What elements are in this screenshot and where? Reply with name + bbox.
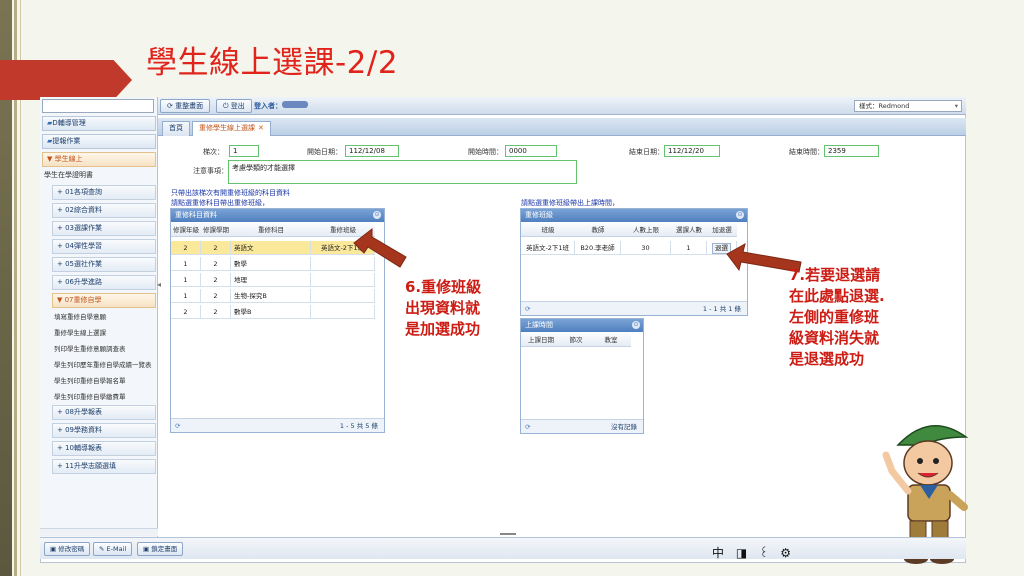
login-user-label: 登入者： bbox=[254, 102, 282, 110]
hint-select-subject: 請點選重修科目帶出重修班級， bbox=[171, 199, 269, 207]
collapse-icon[interactable]: ⊙ bbox=[736, 211, 744, 219]
class-grid: 重修班級 ⊙ 班級 教師 人數上限 選課人數 加退選 英語文-2下1班 B20.李… bbox=[520, 208, 748, 316]
column-header[interactable]: 教室 bbox=[591, 333, 631, 347]
time-grid-footer: ⟳ 沒有記錄 bbox=[521, 419, 643, 433]
sidebar-link-print-survey[interactable]: 列印學生重修意願調查表 bbox=[54, 343, 158, 355]
note-label: 注意事項： bbox=[193, 167, 228, 175]
term-field[interactable]: 1 bbox=[229, 145, 259, 157]
sidebar-item-enrollment-cert[interactable]: 學生在學證明書 bbox=[44, 169, 154, 181]
column-header[interactable]: 節次 bbox=[561, 333, 591, 347]
subject-grid-header: 重修科目資料 ⊙ bbox=[171, 209, 384, 222]
hint-select-class: 請點選重修班級帶出上課時間， bbox=[521, 199, 619, 207]
refresh-icon[interactable]: ⟳ bbox=[525, 420, 530, 434]
time-grid-pager: 沒有記錄 bbox=[611, 423, 637, 431]
refresh-icon[interactable]: ⟳ bbox=[525, 302, 530, 316]
splitter-handle[interactable] bbox=[500, 533, 516, 537]
refresh-icon: ⟳ bbox=[167, 102, 176, 110]
ime-toolbar: 中 ◨ ꒰ ⚙ bbox=[712, 544, 799, 560]
sidebar-link-print-registration[interactable]: 學生列印重修自學報名單 bbox=[54, 375, 158, 387]
end-date-field[interactable]: 112/12/20 bbox=[664, 145, 720, 157]
hint-subject-filter: 只帶出該梯次有開重修班級的科目資料 bbox=[171, 189, 290, 197]
sidebar-item-volunteer[interactable]: + 11升學志願選填 bbox=[52, 459, 156, 474]
title-flag bbox=[0, 60, 132, 100]
ime-mode-icon[interactable]: ◨ bbox=[736, 546, 747, 560]
sidebar-link-retake-online[interactable]: 重修學生線上選課 bbox=[54, 327, 158, 339]
sidebar-item-counseling-reports[interactable]: + 10輔導報表 bbox=[52, 441, 156, 456]
sidebar-collapse-handle[interactable]: ◂ bbox=[157, 280, 161, 294]
time-grid-header: 上課時間 ⊙ bbox=[521, 319, 643, 332]
column-header[interactable]: 上課日期 bbox=[521, 333, 561, 347]
time-grid: 上課時間 ⊙ 上課日期 節次 教室 ⟳ 沒有記錄 bbox=[520, 318, 644, 434]
ime-language-indicator[interactable]: 中 bbox=[712, 546, 724, 560]
lock-icon: ▣ bbox=[50, 545, 59, 553]
sidebar-item-club-selection[interactable]: + 05選社作業 bbox=[52, 257, 156, 272]
sidebar-link-print-payment[interactable]: 學生列印重修自學繳費單 bbox=[54, 391, 158, 403]
sidebar-link-print-grades[interactable]: 學生列印歷年重修自學成績一覽表 bbox=[54, 359, 158, 371]
end-date-label: 結束日期： bbox=[629, 148, 664, 156]
sidebar-item-advancement-reports[interactable]: + 08升學報表 bbox=[52, 405, 156, 420]
sidebar-item-flex-learning[interactable]: + 04彈性學習 bbox=[52, 239, 156, 254]
logout-icon: ⏻ bbox=[223, 102, 231, 110]
collapse-icon[interactable]: ⊙ bbox=[632, 321, 640, 329]
class-grid-footer: ⟳ 1 - 1 共 1 條 bbox=[521, 301, 747, 315]
sidebar-item-report[interactable]: ▰提報作業 bbox=[42, 134, 156, 149]
sidebar-link-retake-intent[interactable]: 填寫重修自學意願 bbox=[54, 311, 158, 323]
column-header[interactable]: 選課人數 bbox=[671, 223, 707, 237]
refresh-button[interactable]: ⟳ 重整畫面 bbox=[160, 99, 211, 113]
start-date-field[interactable]: 112/12/08 bbox=[345, 145, 399, 157]
change-password-button[interactable]: ▣ 修改密碼 bbox=[44, 542, 91, 556]
class-grid-header: 重修班級 ⊙ bbox=[521, 209, 747, 222]
collapse-icon[interactable]: ⊙ bbox=[373, 211, 381, 219]
sidebar-scrollbar[interactable] bbox=[40, 528, 158, 536]
start-time-label: 開始時間： bbox=[468, 148, 503, 156]
column-header[interactable]: 重修科目 bbox=[231, 223, 311, 237]
sidebar-item-advancement[interactable]: + 06升學進路 bbox=[52, 275, 156, 290]
bottom-bar: ▣ 修改密碼 ✎ E-Mail ▣ 鎖定畫面 bbox=[40, 537, 966, 559]
start-date-label: 開始日期： bbox=[307, 148, 342, 156]
sidebar-item-queries[interactable]: + 01各項查詢 bbox=[52, 185, 156, 200]
annotation-add-success: 6.重修班級 出現資料就 是加選成功 bbox=[405, 278, 482, 338]
note-textarea[interactable]: 考慮學類的才能選擇 bbox=[228, 160, 577, 184]
column-header[interactable]: 加退選 bbox=[707, 223, 737, 237]
column-header[interactable]: 教師 bbox=[575, 223, 621, 237]
annotation-arrow-left bbox=[353, 227, 407, 268]
class-grid-pager: 1 - 1 共 1 條 bbox=[702, 305, 741, 313]
login-user-name-redacted bbox=[282, 101, 308, 108]
term-label: 梯次： bbox=[203, 148, 224, 156]
column-header[interactable]: 修課年級 bbox=[171, 223, 201, 237]
column-header[interactable]: 班級 bbox=[521, 223, 575, 237]
end-time-label: 結束時間： bbox=[789, 148, 824, 156]
annotation-withdraw-instructions: 7.若要退選請 在此處點退選. 左側的重修班 級資料消失就 是退選成功 bbox=[789, 266, 885, 368]
close-icon[interactable]: ✕ bbox=[258, 124, 264, 132]
sidebar-item-retake[interactable]: ▼ 07重修自學 bbox=[52, 293, 156, 308]
logout-button[interactable]: ⏻ 登出 bbox=[216, 99, 252, 113]
chevron-down-icon: ▾ bbox=[954, 102, 958, 110]
subject-grid-footer: ⟳ 1 - 5 共 5 條 bbox=[171, 418, 384, 432]
end-time-field[interactable]: 2359 bbox=[824, 145, 879, 157]
sidebar-item-student-online[interactable]: ▼ 學生線上 bbox=[42, 152, 156, 167]
sidebar: ▰D輔導管理 ▰提報作業 ▼ 學生線上 學生在學證明書 + 01各項查詢 + 0… bbox=[40, 97, 158, 537]
tab-home[interactable]: 首頁 bbox=[162, 121, 190, 136]
top-toolbar: ⟳ 重整畫面 ⏻ 登出 登入者： 樣式：Redmond ▾ bbox=[158, 97, 966, 115]
column-header[interactable]: 修課學期 bbox=[201, 223, 231, 237]
sidebar-item-general-data[interactable]: + 02綜合資料 bbox=[52, 203, 156, 218]
pencil-icon: ✎ bbox=[99, 545, 107, 553]
lock-screen-button[interactable]: ▣ 鎖定畫面 bbox=[137, 542, 184, 556]
sidebar-search-input[interactable] bbox=[42, 99, 154, 113]
slide-title: 學生線上選課-2/2 bbox=[146, 45, 399, 81]
gear-icon[interactable]: ⚙ bbox=[780, 546, 791, 560]
column-header[interactable]: 人數上限 bbox=[621, 223, 671, 237]
email-button[interactable]: ✎ E-Mail bbox=[93, 542, 133, 556]
start-time-field[interactable]: 0000 bbox=[505, 145, 557, 157]
sidebar-item-student-affairs[interactable]: + 09學務資料 bbox=[52, 423, 156, 438]
ime-punctuation-icon[interactable]: ꒰ bbox=[759, 546, 768, 560]
sidebar-item-course-selection[interactable]: + 03選課作業 bbox=[52, 221, 156, 236]
tab-bar: 首頁 重修學生線上選課 ✕ bbox=[158, 118, 966, 136]
sidebar-item-counseling[interactable]: ▰D輔導管理 bbox=[42, 116, 156, 131]
tab-retake-online[interactable]: 重修學生線上選課 ✕ bbox=[192, 121, 271, 136]
lock-icon: ▣ bbox=[143, 545, 152, 553]
style-select[interactable]: 樣式：Redmond ▾ bbox=[854, 100, 962, 112]
subject-grid-pager: 1 - 5 共 5 條 bbox=[339, 422, 378, 430]
refresh-icon[interactable]: ⟳ bbox=[175, 419, 180, 433]
